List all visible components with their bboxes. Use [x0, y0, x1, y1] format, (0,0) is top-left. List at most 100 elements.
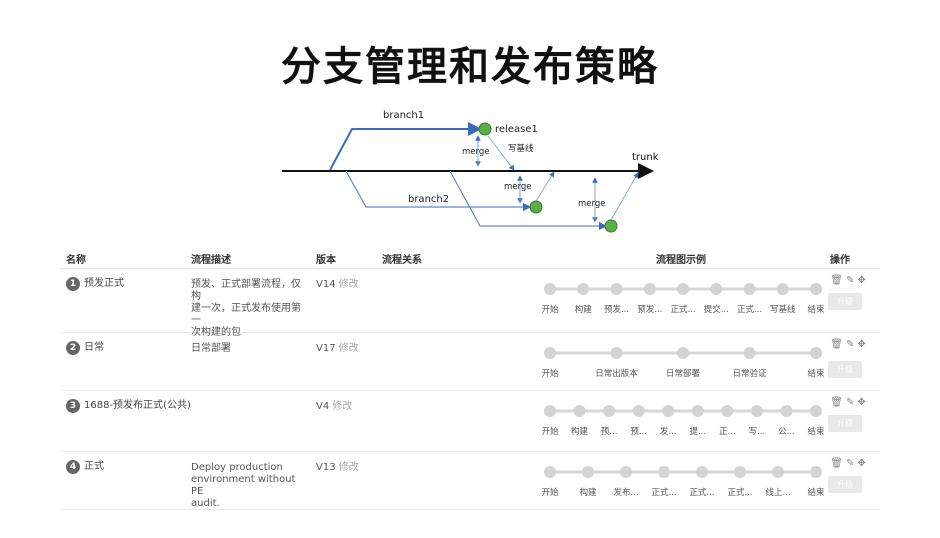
flow-diagram: 开始 日常出版本 日常部署 日常验证 结束 [538, 339, 828, 389]
merge1-label: merge [462, 147, 489, 157]
merge3-label: merge [578, 199, 605, 209]
flow-step-label: 日常验证 [732, 368, 767, 379]
header-relation: 流程关系 [382, 255, 422, 266]
branch2-label: branch2 [408, 194, 449, 205]
flow-step-label: 预发... [637, 304, 662, 315]
upgrade-button[interactable]: 升级 [828, 293, 862, 310]
header-desc: 流程描述 [191, 255, 231, 266]
flow-diagram: 开始 构建 预... 预... 发... 提... 正... 写... 公... 结束 [538, 397, 828, 447]
row-name: 1688-预发布正式(公共) [84, 400, 191, 411]
edit-link[interactable]: 修改 [339, 462, 359, 473]
flow-step-label: 结束 [807, 368, 825, 379]
flow-step-label: 正... [719, 427, 736, 437]
row-name: 预发正式 [84, 278, 124, 289]
flow-step-node [582, 466, 594, 478]
row-version: V4 修改 [316, 401, 353, 412]
flow-step-label: 发布... [613, 487, 638, 498]
flow-step-node [810, 466, 822, 478]
baseline-label: 写基线 [508, 143, 534, 154]
delete-icon[interactable]: 🗑 [830, 339, 843, 351]
flow-step-node [772, 466, 784, 478]
flow-step-label: 构建 [571, 426, 589, 437]
flow-step-label: 正式... [670, 304, 695, 315]
flow-step-node [743, 283, 756, 295]
branch1-label: branch1 [383, 110, 424, 121]
release1-label: release1 [495, 124, 538, 135]
flow-step-node [677, 283, 689, 295]
row-number: 3 [66, 399, 80, 413]
page-title: 分支管理和发布策略 [281, 44, 659, 90]
table-row: 2 日常 日常部署 V17 修改 开始 日常出版本 日常部署 日常验证 结束 🗑 ✎ ✥ 升级 [60, 333, 880, 391]
row-version: V17 修改 [316, 343, 359, 354]
move-icon[interactable]: ✥ [857, 458, 865, 470]
branch1-line [329, 122, 482, 171]
flow-step-node [677, 347, 689, 359]
flow-step-node [620, 466, 632, 478]
flow-step-node [603, 405, 616, 417]
move-icon[interactable]: ✥ [857, 275, 865, 287]
upgrade-button[interactable]: 升级 [828, 476, 862, 493]
delete-icon[interactable]: 🗑 [830, 458, 843, 470]
move-icon[interactable]: ✥ [857, 339, 865, 351]
flow-step-node [577, 283, 590, 295]
flow-step-label: 日常出版本 [595, 368, 638, 379]
upgrade-button[interactable]: 升级 [828, 415, 862, 432]
release1-node [478, 122, 492, 136]
row-number: 1 [66, 277, 80, 291]
flow-step-node [632, 405, 645, 417]
flow-step-label: 提交... [704, 304, 729, 315]
table-row: 4 正式 Deploy production environment witho… [60, 452, 880, 510]
flow-step-label: 构建 [579, 487, 597, 498]
table-header: 名称 流程描述 版本 流程关系 流程图示例 操作 [60, 245, 880, 269]
flow-step-node [750, 405, 763, 417]
flow-step-label: 写... [749, 427, 766, 437]
flow-step-node [662, 405, 675, 417]
flow-step-label: 结束 [807, 304, 825, 315]
row-operations: 🗑 ✎ ✥ 升级 [828, 339, 868, 378]
edit-link[interactable]: 修改 [339, 279, 359, 290]
flow-step-node [610, 283, 623, 295]
move-icon[interactable]: ✥ [857, 397, 865, 409]
flow-step-label: 线上... [765, 487, 790, 498]
row-number: 2 [66, 341, 80, 355]
upgrade-button[interactable]: 升级 [828, 361, 862, 378]
flow-table: 名称 流程描述 版本 流程关系 流程图示例 操作 1 预发正式 预发、正式部署流… [60, 245, 880, 510]
row-operations: 🗑 ✎ ✥ 升级 [828, 397, 868, 432]
flow-step-node [643, 283, 656, 295]
edit-icon[interactable]: ✎ [846, 339, 854, 351]
row-version: V13 修改 [316, 462, 359, 473]
row-desc: Deploy production environment without PE… [191, 462, 296, 509]
flow-step-label: 公... [778, 427, 795, 437]
flow-step-node [544, 347, 556, 359]
edit-icon[interactable]: ✎ [846, 397, 854, 409]
delete-icon[interactable]: 🗑 [830, 397, 843, 409]
flow-step-node [734, 466, 746, 478]
row-desc: 预发、正式部署流程，仅构 建一次，正式发布使用第一 次构建的包 [191, 279, 301, 338]
flow-step-node [610, 347, 623, 359]
edit-icon[interactable]: ✎ [846, 275, 854, 287]
flow-step-label: 结束 [807, 487, 825, 498]
edit-icon[interactable]: ✎ [846, 458, 854, 470]
edit-link[interactable]: 修改 [332, 401, 352, 412]
row-number: 4 [66, 460, 80, 474]
flow-step-label: 开始 [541, 304, 559, 315]
row-version: V14 修改 [316, 279, 359, 290]
header-name: 名称 [66, 255, 86, 266]
branch3-node [604, 219, 618, 233]
edit-link[interactable]: 修改 [339, 343, 359, 354]
delete-icon[interactable]: 🗑 [830, 275, 843, 287]
flow-step-label: 写基线 [770, 304, 796, 315]
flow-step-node [544, 283, 556, 295]
flow-step-label: 正式... [727, 487, 752, 498]
header-version: 版本 [316, 255, 336, 266]
flow-step-node [710, 283, 723, 295]
flow-step-label: 正式... [689, 487, 714, 498]
flow-step-node [743, 347, 756, 359]
flow-step-label: 结束 [807, 426, 825, 437]
flow-step-label: 正式... [737, 304, 762, 315]
flow-step-label: 预... [630, 426, 647, 437]
flow-step-label: 开始 [541, 487, 559, 498]
merge2-label: merge [504, 182, 531, 192]
flow-step-node [691, 405, 704, 417]
flow-step-node [544, 466, 556, 478]
